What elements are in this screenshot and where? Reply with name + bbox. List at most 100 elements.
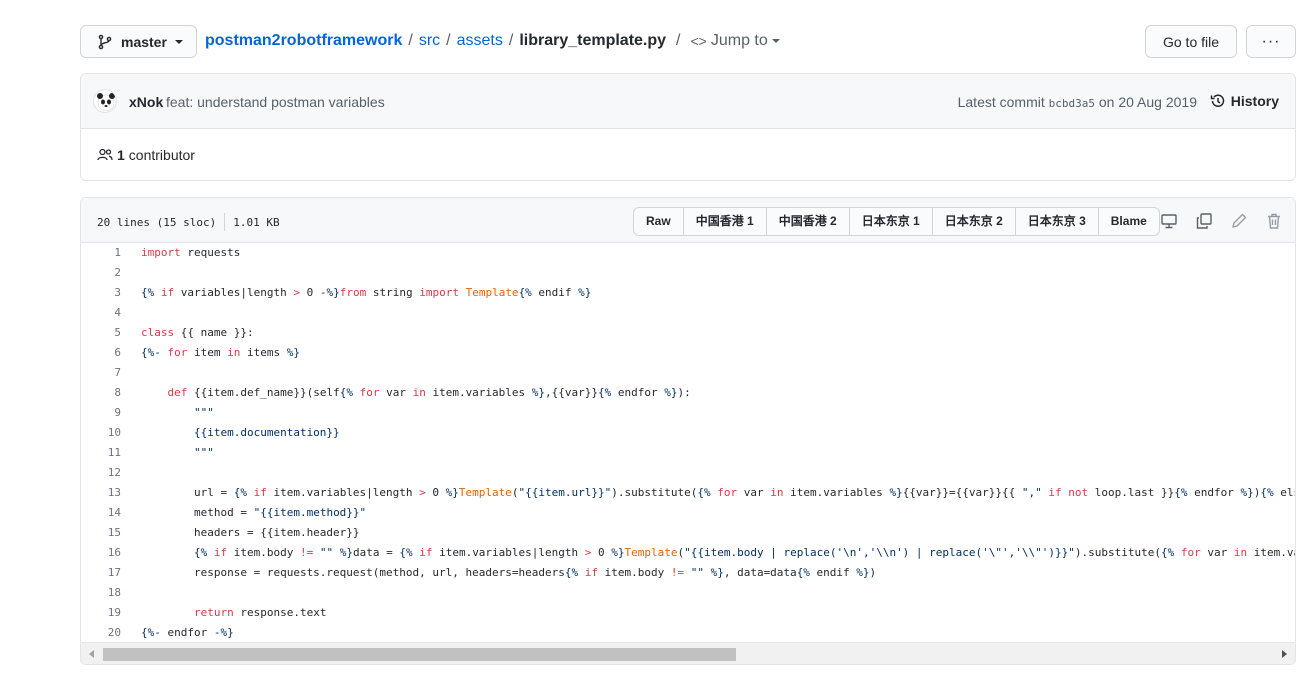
code-line: 12 xyxy=(81,463,1295,483)
line-code: def {{item.def_name}}(self{% for var in … xyxy=(167,386,691,399)
contributors-row: 1 contributor xyxy=(81,129,1295,180)
file-actions-button-group: Raw 中国香港 1 中国香港 2 日本东京 1 日本东京 2 日本东京 3 B… xyxy=(633,207,1160,236)
git-branch-icon xyxy=(98,34,112,49)
pencil-icon[interactable] xyxy=(1230,212,1248,230)
code-line: 3 {% if variables|length > 0 -%}from stri… xyxy=(81,283,1295,303)
go-to-file-button[interactable]: Go to file xyxy=(1145,25,1237,58)
breadcrumb-repo-link[interactable]: postman2robotframework xyxy=(205,32,402,50)
contributors-link[interactable]: 1 contributor xyxy=(97,147,195,163)
caret-down-icon xyxy=(174,39,183,44)
line-number[interactable]: 4 xyxy=(81,303,121,323)
line-number[interactable]: 8 xyxy=(81,383,121,403)
breadcrumb-src-link[interactable]: src xyxy=(419,32,440,50)
code-line: 20 {%- endfor -%} xyxy=(81,623,1295,643)
mirror-tokyo-2-button[interactable]: 日本东京 2 xyxy=(933,208,1016,235)
line-number[interactable]: 12 xyxy=(81,463,121,483)
jump-to-dropdown[interactable]: <> Jump to xyxy=(691,32,780,50)
line-number[interactable]: 16 xyxy=(81,543,121,563)
contributor-label: contributor xyxy=(128,147,195,163)
code-line: 2 xyxy=(81,263,1295,283)
scroll-right-arrow-icon[interactable] xyxy=(1282,650,1287,658)
latest-commit-label: Latest commit xyxy=(957,94,1045,110)
line-number[interactable]: 1 xyxy=(81,243,121,263)
line-code: {%- for item in items %} xyxy=(141,346,300,359)
trash-icon[interactable] xyxy=(1265,212,1283,230)
line-code: """ xyxy=(141,406,214,419)
more-options-button[interactable]: ··· xyxy=(1246,25,1296,58)
line-number[interactable]: 19 xyxy=(81,603,121,623)
line-number[interactable]: 20 xyxy=(81,623,121,643)
branch-select-button[interactable]: master xyxy=(80,25,197,58)
caret-down-icon xyxy=(771,39,780,43)
file-info: 20 lines (15 sloc) 1.01 KB xyxy=(97,213,280,231)
code-line: 13 url = {% if item.variables|length > 0… xyxy=(81,483,1295,503)
code-line: 16 {% if item.body != "" %}data = {% if … xyxy=(81,543,1295,563)
file-navigation: master postman2robotframework / src / as… xyxy=(80,25,1296,59)
line-code: {% if item.body != "" %}data = {% if ite… xyxy=(193,546,1295,559)
latest-commit-box: xNok feat: understand postman variables … xyxy=(80,73,1296,181)
desktop-icon[interactable] xyxy=(1160,212,1178,230)
avatar[interactable] xyxy=(93,89,117,113)
divider xyxy=(224,213,226,231)
line-code: method = "{{item.method}}" xyxy=(141,506,367,519)
history-link[interactable]: History xyxy=(1210,93,1279,109)
history-icon xyxy=(1210,94,1225,107)
line-code: """ xyxy=(141,446,214,459)
commit-sha-link[interactable]: bcbd3a5 xyxy=(1049,97,1095,110)
branch-name: master xyxy=(121,33,167,50)
line-number[interactable]: 11 xyxy=(81,443,121,463)
copy-icon[interactable] xyxy=(1195,212,1213,230)
code-line: 1 import requests xyxy=(81,243,1295,263)
scroll-left-arrow-icon[interactable] xyxy=(89,650,94,658)
commit-date: on 20 Aug 2019 xyxy=(1098,94,1197,110)
line-code: headers = {{item.header}} xyxy=(141,526,360,539)
line-number[interactable]: 3 xyxy=(81,283,121,303)
breadcrumb-assets-link[interactable]: assets xyxy=(457,32,503,50)
code-line: 10 {{item.documentation}} xyxy=(81,423,1295,443)
line-code: return response.text xyxy=(193,606,327,619)
line-number[interactable]: 15 xyxy=(81,523,121,543)
line-number[interactable]: 14 xyxy=(81,503,121,523)
mirror-tokyo-3-button[interactable]: 日本东京 3 xyxy=(1016,208,1099,235)
people-icon xyxy=(97,148,113,161)
code-line: 14 method = "{{item.method}}" xyxy=(81,503,1295,523)
contributor-count: 1 xyxy=(117,147,125,163)
jump-to-label: Jump to xyxy=(710,32,768,49)
code-listing: 1 import requests 2 3 {% if variables|leng… xyxy=(81,243,1295,643)
commit-author-link[interactable]: xNok xyxy=(129,94,163,110)
code-icon: <> xyxy=(690,33,707,49)
line-code: url = {% if item.variables|length > 0 %}… xyxy=(141,486,1295,499)
commit-row: xNok feat: understand postman variables … xyxy=(81,74,1295,129)
history-label: History xyxy=(1230,93,1279,109)
line-number[interactable]: 10 xyxy=(81,423,121,443)
code-line: 7 xyxy=(81,363,1295,383)
line-number[interactable]: 9 xyxy=(81,403,121,423)
line-code: response = requests.request(method, url,… xyxy=(141,566,877,579)
line-number[interactable]: 5 xyxy=(81,323,121,343)
line-number[interactable]: 17 xyxy=(81,563,121,583)
raw-button[interactable]: Raw xyxy=(634,208,684,235)
horizontal-scrollbar[interactable] xyxy=(81,642,1295,664)
breadcrumb: postman2robotframework / src / assets / … xyxy=(205,32,780,50)
scrollbar-thumb[interactable] xyxy=(103,648,736,661)
commit-latest-info: Latest commit bcbd3a5 on 20 Aug 2019 xyxy=(958,94,1197,110)
blame-button[interactable]: Blame xyxy=(1099,208,1159,235)
line-number[interactable]: 6 xyxy=(81,343,121,363)
mirror-tokyo-1-button[interactable]: 日本东京 1 xyxy=(850,208,933,235)
commit-message-link[interactable]: feat: understand postman variables xyxy=(166,94,385,110)
line-code: {{item.documentation}} xyxy=(141,426,340,439)
mirror-hk-2-button[interactable]: 中国香港 2 xyxy=(767,208,850,235)
code-line: 19 return response.text xyxy=(81,603,1295,623)
code-line: 6 {%- for item in items %} xyxy=(81,343,1295,363)
line-number[interactable]: 7 xyxy=(81,363,121,383)
file-size: 1.01 KB xyxy=(233,215,280,229)
mirror-hk-1-button[interactable]: 中国香港 1 xyxy=(684,208,767,235)
line-number[interactable]: 2 xyxy=(81,263,121,283)
line-code: {%- endfor -%} xyxy=(141,626,234,639)
line-code: import requests xyxy=(141,246,241,259)
file-lines-info: 20 lines (15 sloc) xyxy=(97,215,217,229)
line-code: class {{ name }}: xyxy=(141,326,254,339)
line-number[interactable]: 18 xyxy=(81,583,121,603)
line-number[interactable]: 13 xyxy=(81,483,121,503)
panda-avatar-icon xyxy=(97,93,115,112)
